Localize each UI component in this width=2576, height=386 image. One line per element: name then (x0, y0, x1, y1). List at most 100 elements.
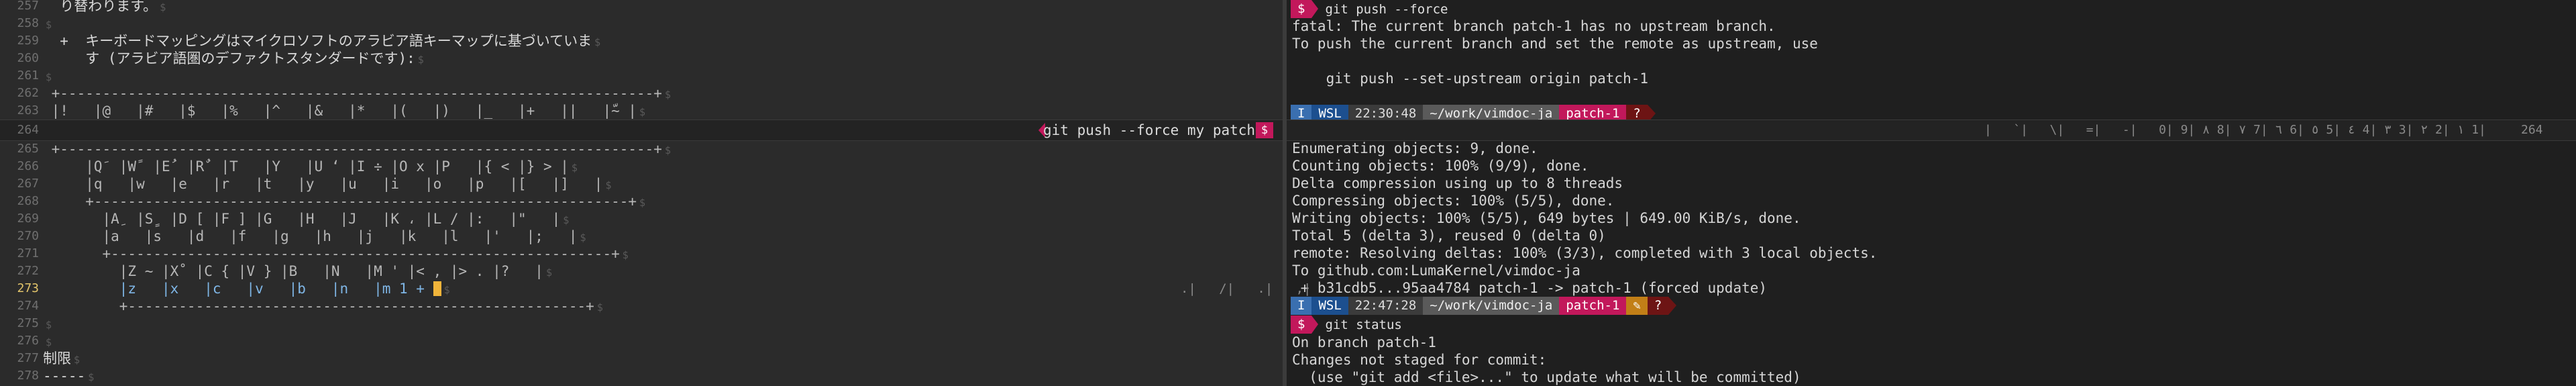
terminal-output-line: git push --set-upstream origin patch-1 (1292, 70, 1649, 87)
line-number: 261 (17, 68, 39, 83)
terminal-output-line: On branch patch-1 (1292, 334, 1436, 350)
terminal-output-line: Delta compression using up to 8 threads (1292, 175, 1623, 191)
editor-line[interactable]: 272 |Z ~ |X ْ |C { |V } |B |N |M ' |< , … (0, 262, 1283, 280)
line-number: 258 (17, 16, 39, 30)
line-text: +---------------------------------------… (43, 298, 603, 314)
editor-line[interactable]: 261 $ (0, 67, 1283, 85)
editor-line[interactable]: 263 |! |@ |# |$ |% |^ |& |* |( |) |_ |+ … (0, 102, 1283, 119)
terminal-pane[interactable]: $ git push --force fatal: The current br… (1287, 0, 2576, 386)
line-text: 制限 $ (43, 350, 80, 367)
line-text: |q |w |e |r |t |y |u |i |o |p |[ |] | $ (43, 176, 612, 192)
line-text: |a |s |d |f |g |h |j |k |l |' |; | $ (43, 228, 586, 244)
git-status-segment: ? (1647, 297, 1669, 315)
terminal-output-line: Counting objects: 100% (9/9), done. (1292, 158, 1589, 174)
trailing-whitespace-marker: $ (417, 54, 424, 66)
line-number: 278 (17, 369, 39, 383)
line-text: |! |@ |# |$ |% |^ |& |* |( |) |_ |+ || |… (43, 103, 646, 119)
terminal-output-line: + b31cdb5...95aa4784 patch-1 -> patch-1 … (1292, 280, 1768, 296)
trailing-whitespace-marker: $ (46, 19, 52, 31)
editor-line[interactable]: 257 り替わります。 $ (0, 0, 1283, 15)
terminal-output-line: Enumerating objects: 9, done. (1292, 140, 1538, 156)
keyboard-number-row: | `| \| =| -| 0| 9| ٨ 8| ٧ 7| ٦ 6| ٥ 5| … (1984, 123, 2486, 137)
editor-line[interactable]: 265 +-----------------------------------… (0, 140, 1283, 158)
trailing-whitespace-marker: $ (160, 1, 166, 13)
line-number: 264 (17, 123, 39, 137)
branch-segment: patch-1 (1559, 297, 1627, 315)
time-segment: 22:47:28 (1348, 297, 1424, 315)
editor-line[interactable]: 267 |q |w |e |r |t |y |u |i |o |p |[ |] … (0, 175, 1283, 193)
editor-line[interactable]: 271 +-----------------------------------… (0, 245, 1283, 262)
line-text: $ (43, 315, 52, 334)
prompt-dollar: $ (1291, 316, 1312, 334)
line-number: 272 (17, 264, 39, 278)
editor-line[interactable]: 274 +-----------------------------------… (0, 297, 1283, 315)
vim-editor-pane[interactable]: 257 り替わります。 $258 $259 + キーボードマッピングはマイクロソフト… (0, 0, 1283, 386)
terminal-output-line: Writing objects: 100% (5/5), 649 bytes |… (1292, 210, 1801, 226)
line-number: 257 (17, 0, 39, 13)
editor-line[interactable]: 275 $ (0, 315, 1283, 332)
terminal-output-line: remote: Resolving deltas: 100% (3/3), co… (1292, 245, 1878, 261)
editor-line[interactable]: 278 ----- $ (0, 367, 1283, 385)
separator-icon (1668, 297, 1677, 315)
prompt-line-status: $ git status (1291, 316, 1402, 334)
separator-icon (1311, 0, 1319, 18)
editor-line[interactable]: 270 |a |s |d |f |g |h |j |k |l |' |; | $ (0, 228, 1283, 245)
trailing-whitespace-marker: $ (46, 319, 52, 331)
editor-line[interactable]: 273 |z |x |c |v |b |n |m 1 + $ (0, 280, 1283, 297)
trailing-whitespace-marker: $ (596, 301, 603, 313)
trailing-whitespace-marker: $ (664, 89, 671, 101)
line-number: 276 (17, 334, 39, 348)
editor-line[interactable]: 262 +-----------------------------------… (0, 85, 1283, 102)
line-text: +---------------------------------------… (43, 85, 671, 101)
line-text: ----- $ (43, 368, 95, 384)
line-number: 273 (17, 281, 39, 295)
line-number: 264 (2521, 123, 2543, 137)
line-text: + キーボードマッピングはマイクロソフトのアラビア語キーマップに基づいていま $ (43, 33, 601, 49)
trailing-whitespace-marker: $ (664, 144, 671, 156)
vim-command-text: git push --force my patch-1 (1043, 122, 1273, 138)
editor-line[interactable]: 260 す (アラビア語圏のデファクトスタンダードです): $ (0, 50, 1283, 67)
line-number: 262 (17, 86, 39, 100)
prompt-dollar: $ (1291, 0, 1312, 18)
line-text: |A ِ |S ٍ |D [ |F ] |G |H |J |K ، |L / |… (43, 211, 570, 227)
editor-line[interactable]: 259 + キーボードマッピングはマイクロソフトのアラビア語キーマップに基づいて… (0, 32, 1283, 50)
keyboard-row-tail: .| /| .| ,| (1181, 281, 1311, 296)
editor-line[interactable]: 269 |A ِ |S ٍ |D [ |F ] |G |H |J |K ، |L… (0, 210, 1283, 228)
trailing-whitespace-marker: $ (563, 214, 570, 226)
trailing-whitespace-marker: $ (443, 284, 450, 296)
line-number: 265 (17, 142, 39, 156)
line-number: 277 (17, 351, 39, 365)
editor-line[interactable]: 266 |Qَ |Wً |Eُ |Rٌ |T |Y |U ‘ |I ÷ |O x… (0, 158, 1283, 175)
mode-segment: I (1291, 297, 1312, 315)
editor-line[interactable]: 258 $ (0, 15, 1283, 32)
trailing-whitespace-marker: $ (74, 354, 80, 366)
prompt-line-push: $ git push --force (1291, 0, 1448, 18)
line-text: |Z ~ |X ْ |C { |V } |B |N |M ' |< , |> .… (43, 263, 552, 279)
editor-line[interactable]: 277 制限 $ (0, 350, 1283, 367)
line-text: $ (43, 332, 52, 351)
vim-command-line[interactable]: 264 git push --force my patch-1 $ (0, 119, 1283, 141)
directory-segment: ~/work/vimdoc-ja (1423, 297, 1560, 315)
pencil-icon: ✎ (1626, 297, 1648, 315)
line-number: 263 (17, 103, 39, 117)
terminal-output-line: To github.com:LumaKernel/vimdoc-ja (1292, 262, 1580, 279)
line-text: す (アラビア語圏のデファクトスタンダードです): $ (43, 50, 424, 66)
line-text: +---------------------------------------… (43, 246, 629, 262)
line-number: 266 (17, 159, 39, 173)
line-text: $ (43, 15, 52, 34)
editor-line[interactable]: 276 $ (0, 332, 1283, 350)
line-number: 260 (17, 51, 39, 65)
line-number: 267 (17, 177, 39, 191)
line-text: $ (43, 67, 52, 86)
line-text: +---------------------------------------… (43, 141, 671, 157)
terminal-output-line: fatal: The current branch patch-1 has no… (1292, 18, 1776, 34)
trailing-whitespace-marker: $ (605, 179, 612, 191)
editor-line[interactable]: 268 +-----------------------------------… (0, 193, 1283, 210)
line-text: |z |x |c |v |b |n |m 1 + $ (43, 281, 450, 297)
line-text: り替わります。 $ (43, 0, 166, 14)
trailing-whitespace-marker: $ (639, 197, 646, 209)
line-number: 259 (17, 34, 39, 48)
line-number: 274 (17, 299, 39, 313)
terminal-output-line: (use "git add <file>..." to update what … (1292, 369, 1801, 385)
trailing-whitespace-marker: $ (46, 71, 52, 83)
